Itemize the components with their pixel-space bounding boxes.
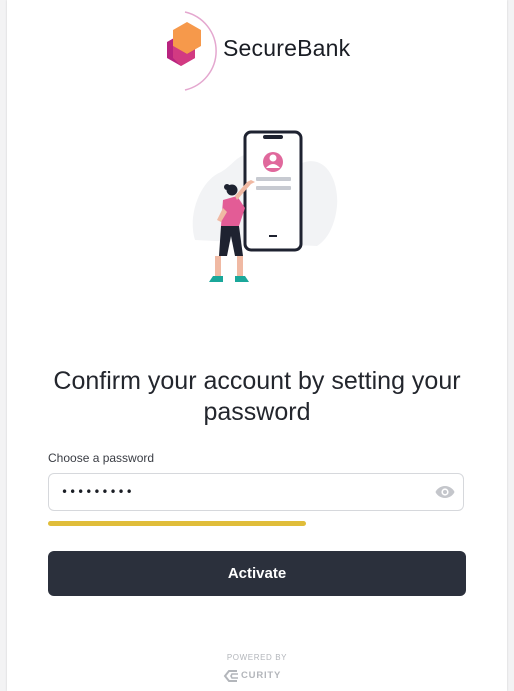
securebank-logo-icon [167, 11, 217, 91]
password-strength-fill [48, 521, 306, 526]
powered-by-text: POWERED BY [226, 653, 288, 662]
brand-logo: SecureBank [157, 10, 377, 94]
activate-button[interactable]: Activate [48, 551, 466, 596]
curity-icon [223, 670, 238, 682]
page-title: Confirm your account by setting your pas… [53, 367, 461, 426]
password-strength-bar [48, 521, 464, 526]
brand-name: SecureBank [223, 35, 351, 61]
password-input[interactable] [61, 482, 421, 502]
curity-logo: CURITY [223, 669, 293, 683]
login-card: SecureBank Confirm your account by setti… [7, 0, 507, 691]
password-field[interactable] [48, 473, 464, 511]
password-label: Choose a password [48, 451, 155, 465]
eye-icon[interactable] [435, 485, 455, 504]
person-with-phone-illustration [177, 122, 347, 292]
curity-wordmark: CURITY [241, 670, 282, 681]
